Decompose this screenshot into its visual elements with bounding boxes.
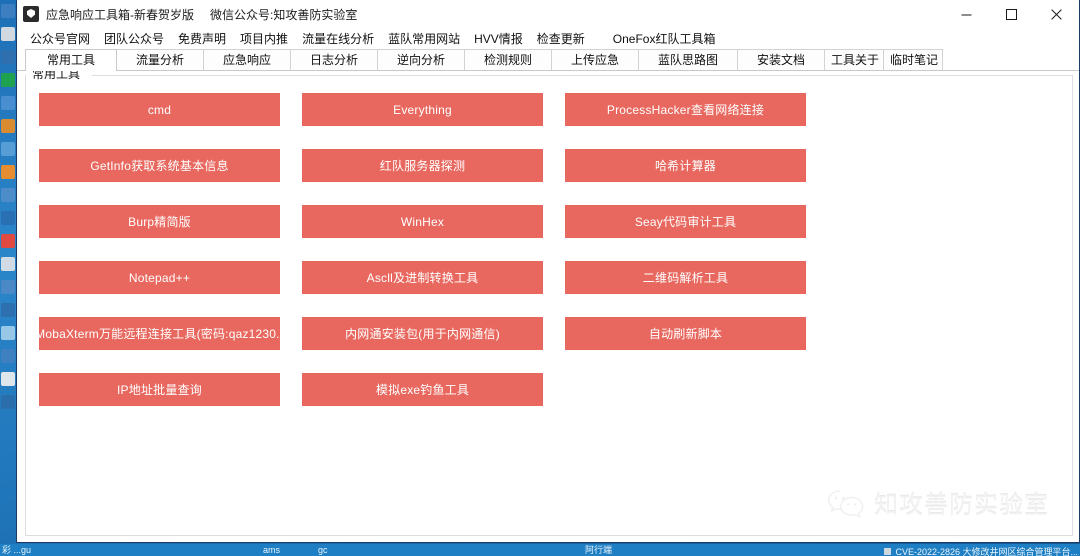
desktop-icon-7[interactable] xyxy=(1,165,15,179)
tab-8[interactable]: 安装文档 xyxy=(737,49,825,70)
tray-text: CVE-2022-2826 大修改井网区综合管理平台... xyxy=(895,547,1078,556)
desktop-icon-14[interactable] xyxy=(1,326,15,340)
taskbar-item-1[interactable]: ams xyxy=(263,545,280,556)
tool-button-13[interactable]: 内网通安装包(用于内网通信) xyxy=(302,317,543,350)
window-controls xyxy=(944,0,1079,28)
tool-button-grid: cmd Everything ProcessHacker查看网络连接 GetInfo获… xyxy=(39,93,1062,406)
group-box-top-border xyxy=(92,75,1072,76)
tool-button-3[interactable]: GetInfo获取系统基本信息 xyxy=(39,149,280,182)
tool-button-7[interactable]: WinHex xyxy=(302,205,543,238)
menu-item-1[interactable]: 团队公众号 xyxy=(97,30,171,48)
tab-content-panel: 常用工具 cmd Everything ProcessHacker查看网络连接 Get… xyxy=(17,71,1079,542)
tool-button-1[interactable]: Everything xyxy=(302,93,543,126)
desktop-icon-11[interactable] xyxy=(1,257,15,271)
menu-item-6[interactable]: HVV情报 xyxy=(467,30,530,48)
menu-bar: 公众号官网 团队公众号 免费声明 项目内推 流量在线分析 蓝队常用网站 HVV情报 检查更新 O… xyxy=(17,29,1079,49)
tool-button-5[interactable]: 哈希计算器 xyxy=(565,149,806,182)
tray-icon xyxy=(884,548,892,555)
desktop-icon-12[interactable] xyxy=(1,280,15,294)
tool-button-15[interactable]: IP地址批量查询 xyxy=(39,373,280,406)
tool-button-8[interactable]: Seay代码审计工具 xyxy=(565,205,806,238)
maximize-button[interactable] xyxy=(989,0,1034,28)
application-window: 应急响应工具箱-新春贺岁版 微信公众号:知攻善防实验室 公众号官网 团队公众号 … xyxy=(16,0,1080,543)
menu-item-3[interactable]: 项目内推 xyxy=(233,30,295,48)
menu-item-8[interactable]: OneFox红队工具箱 xyxy=(606,30,723,48)
taskbar-tray[interactable]: CVE-2022-2826 大修改井网区综合管理平台... xyxy=(884,545,1078,556)
tool-button-11[interactable]: 二维码解析工具 xyxy=(565,261,806,294)
tool-button-10[interactable]: Ascll及进制转换工具 xyxy=(302,261,543,294)
tool-button-2[interactable]: ProcessHacker查看网络连接 xyxy=(565,93,806,126)
desktop-icon-8[interactable] xyxy=(1,188,15,202)
desktop-icon-15[interactable] xyxy=(1,349,15,363)
desktop-icon-17[interactable] xyxy=(1,395,15,409)
desktop-icon-1[interactable] xyxy=(1,27,15,41)
taskbar-item-2[interactable]: gc xyxy=(318,545,328,556)
taskbar-item-0[interactable]: 彩 ...gu xyxy=(2,545,31,556)
menu-item-5[interactable]: 蓝队常用网站 xyxy=(381,30,467,48)
desktop-icon-0[interactable] xyxy=(1,4,15,18)
tool-button-16[interactable]: 模拟exe钓鱼工具 xyxy=(302,373,543,406)
tab-6[interactable]: 上传应急 xyxy=(551,49,639,70)
tab-9[interactable]: 工具关于 xyxy=(824,49,884,70)
tab-10[interactable]: 临时笔记 xyxy=(883,49,943,70)
tab-0[interactable]: 常用工具 xyxy=(25,49,117,71)
menu-item-4[interactable]: 流量在线分析 xyxy=(295,30,381,48)
tab-7[interactable]: 蓝队思路图 xyxy=(638,49,738,70)
tool-button-12[interactable]: MobaXterm万能远程连接工具(密码:qaz1230.) xyxy=(39,317,280,350)
desktop-icon-13[interactable] xyxy=(1,303,15,317)
menu-item-2[interactable]: 免费声明 xyxy=(171,30,233,48)
tool-button-4[interactable]: 红队服务器探测 xyxy=(302,149,543,182)
group-box-label: 常用工具 xyxy=(32,71,84,81)
desktop-icon-6[interactable] xyxy=(1,142,15,156)
taskbar[interactable]: CVE-2022-2826 大修改井网区综合管理平台... 彩 ...gu ams… xyxy=(0,544,1080,556)
desktop-icon-10[interactable] xyxy=(1,234,15,248)
title-bar: 应急响应工具箱-新春贺岁版 微信公众号:知攻善防实验室 xyxy=(17,0,1079,29)
desktop-icon-column xyxy=(0,0,16,556)
taskbar-item-3[interactable]: 阿行端 xyxy=(585,545,612,556)
desktop-icon-2[interactable] xyxy=(1,50,15,64)
window-subtitle: 微信公众号:知攻善防实验室 xyxy=(210,7,358,22)
tool-button-9[interactable]: Notepad++ xyxy=(39,261,280,294)
tab-3[interactable]: 日志分析 xyxy=(290,49,378,70)
menu-item-7[interactable]: 检查更新 xyxy=(530,30,592,48)
tab-4[interactable]: 逆向分析 xyxy=(377,49,465,70)
tab-2[interactable]: 应急响应 xyxy=(203,49,291,70)
desktop-icon-4[interactable] xyxy=(1,96,15,110)
menu-item-0[interactable]: 公众号官网 xyxy=(23,30,97,48)
tool-group-box: 常用工具 cmd Everything ProcessHacker查看网络连接 Get… xyxy=(25,71,1073,536)
desktop-icon-16[interactable] xyxy=(1,372,15,386)
tab-5[interactable]: 检测规则 xyxy=(464,49,552,70)
tab-strip: 常用工具 流量分析 应急响应 日志分析 逆向分析 检测规则 上传应急 蓝队思路图 安装文档 工具关… xyxy=(17,49,1079,71)
desktop-icon-5[interactable] xyxy=(1,119,15,133)
tool-button-6[interactable]: Burp精简版 xyxy=(39,205,280,238)
close-button[interactable] xyxy=(1034,0,1079,28)
tool-button-14[interactable]: 自动刷新脚本 xyxy=(565,317,806,350)
minimize-button[interactable] xyxy=(944,0,989,28)
shield-app-icon xyxy=(23,6,39,22)
window-title: 应急响应工具箱-新春贺岁版 xyxy=(46,7,194,22)
tool-button-0[interactable]: cmd xyxy=(39,93,280,126)
tab-1[interactable]: 流量分析 xyxy=(116,49,204,70)
desktop-icon-3[interactable] xyxy=(1,73,15,87)
desktop-icon-9[interactable] xyxy=(1,211,15,225)
